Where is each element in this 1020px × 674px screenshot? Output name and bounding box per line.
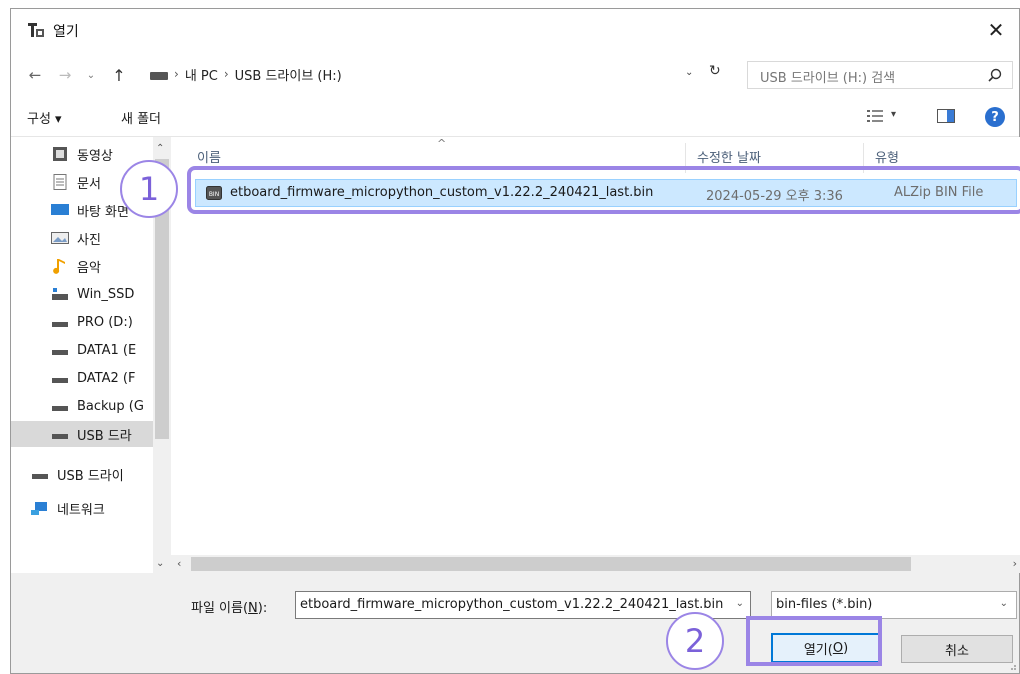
view-options-icon[interactable] (867, 109, 883, 123)
sidebar-item-videos[interactable]: 동영상 (11, 141, 153, 167)
help-icon[interactable]: ? (985, 107, 1005, 127)
column-header-type[interactable]: 유형 (875, 147, 899, 166)
address-bar[interactable]: › 내 PC › USB 드라이브 (H:) (145, 61, 735, 87)
organize-menu-button[interactable]: 구성 ▾ (27, 108, 62, 127)
sidebar-item-win-ssd[interactable]: Win_SSD (11, 281, 153, 307)
scroll-up-icon[interactable]: ⌃ (156, 143, 164, 154)
file-type-select[interactable]: bin-files (*.bin) ⌄ (771, 591, 1017, 619)
step2-highlight-box (746, 616, 882, 666)
column-header-modified[interactable]: 수정한 날짜 (697, 147, 761, 166)
refresh-icon[interactable]: ↻ (709, 63, 721, 79)
search-placeholder: USB 드라이브 (H:) 검색 (760, 71, 896, 86)
desktop-icon (51, 204, 69, 215)
close-icon: ✕ (987, 18, 1005, 42)
scroll-down-icon[interactable]: ⌄ (156, 558, 164, 569)
sidebar-item-backup-drive[interactable]: Backup (G (11, 393, 153, 419)
network-icon (31, 502, 47, 515)
address-dropdown-icon[interactable]: ⌄ (685, 67, 693, 78)
window-title: 열기 (53, 24, 79, 40)
drive-icon (150, 72, 168, 80)
usb-drive-icon (32, 474, 48, 479)
sidebar-item-usb-drive[interactable]: USB 드라이 (11, 461, 153, 487)
sidebar-item-pro-drive[interactable]: PRO (D:) (11, 309, 153, 335)
step2-badge: 2 (666, 612, 724, 670)
drive-icon (52, 378, 68, 383)
file-list-horizontal-scrollbar[interactable]: ‹ › (171, 555, 1020, 573)
horizontal-scroll-thumb[interactable] (191, 557, 911, 571)
sidebar-item-usb-drive-selected[interactable]: USB 드라 (11, 421, 153, 447)
picture-icon (51, 232, 69, 244)
step1-badge: 1 (120, 160, 178, 218)
breadcrumb-this-pc[interactable]: 내 PC (185, 65, 218, 84)
recent-locations-icon[interactable]: ⌄ (81, 65, 101, 85)
music-icon (53, 259, 65, 274)
breadcrumb-usb-drive[interactable]: USB 드라이브 (H:) (235, 65, 342, 84)
view-dropdown-icon[interactable]: ▾ (891, 109, 896, 120)
preview-pane-icon[interactable] (937, 109, 955, 123)
command-bar: 구성 ▾ 새 폴더 ▾ ? (11, 97, 1019, 137)
document-icon (53, 174, 67, 190)
drive-icon (52, 350, 68, 355)
system-drive-icon (52, 288, 68, 300)
sidebar-item-data1-drive[interactable]: DATA1 (E (11, 337, 153, 363)
app-icon (28, 23, 44, 37)
file-type-value: bin-files (*.bin) (776, 597, 873, 612)
search-icon (988, 68, 1002, 82)
resize-grip-icon[interactable] (1007, 661, 1017, 671)
drive-icon (52, 406, 68, 411)
column-header-name[interactable]: 이름 (197, 147, 221, 166)
step1-highlight-box (187, 166, 1020, 214)
sidebar-item-data2-drive[interactable]: DATA2 (F (11, 365, 153, 391)
sidebar-item-network[interactable]: 네트워크 (11, 495, 153, 521)
video-icon (53, 147, 67, 161)
title-bar: 열기 ✕ (11, 9, 1019, 51)
breadcrumb-separator: › (223, 67, 229, 81)
close-button[interactable]: ✕ (973, 9, 1019, 51)
drive-icon (52, 322, 68, 327)
forward-arrow-icon[interactable]: → (55, 65, 75, 85)
sidebar-item-pictures[interactable]: 사진 (11, 225, 153, 251)
sidebar-item-music[interactable]: 음악 (11, 253, 153, 279)
sort-indicator-icon: ^ (437, 137, 447, 150)
filename-value: etboard_firmware_micropython_custom_v1.2… (300, 597, 724, 612)
breadcrumb-separator: › (174, 67, 179, 81)
back-arrow-icon[interactable]: ← (25, 65, 45, 85)
scroll-right-icon[interactable]: › (1013, 557, 1017, 570)
chevron-down-icon: ⌄ (999, 598, 1008, 609)
search-input[interactable]: USB 드라이브 (H:) 검색 (747, 61, 1013, 89)
open-file-dialog: 열기 ✕ ← → ⌄ ↑ › 내 PC › USB 드라이브 (H:) ⌄ ↻ … (10, 8, 1020, 674)
scroll-left-icon[interactable]: ‹ (177, 557, 181, 570)
filename-dropdown-icon[interactable]: ⌄ (736, 598, 744, 609)
cancel-button[interactable]: 취소 (901, 635, 1013, 663)
navigation-bar: ← → ⌄ ↑ › 내 PC › USB 드라이브 (H:) ⌄ ↻ USB 드… (11, 51, 1019, 97)
filename-label: 파일 이름(N): (191, 601, 268, 616)
usb-drive-icon (52, 434, 68, 439)
up-arrow-icon[interactable]: ↑ (109, 65, 129, 85)
new-folder-button[interactable]: 새 폴더 (121, 108, 161, 127)
